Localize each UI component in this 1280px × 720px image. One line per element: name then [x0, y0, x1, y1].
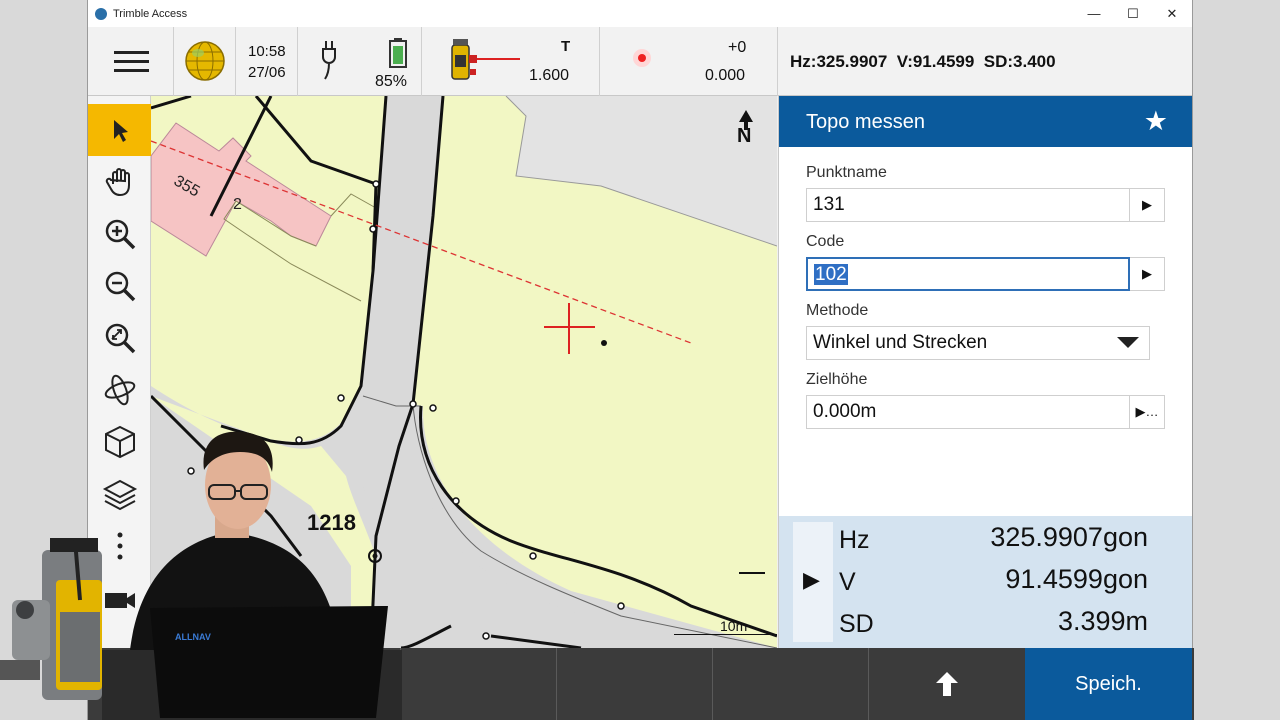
screen: Trimble Access — ☐ ✕ 10:58 27/06 85% T 1… — [0, 0, 1280, 720]
video-button[interactable] — [88, 574, 151, 626]
save-button[interactable]: Speich. — [1025, 648, 1192, 720]
expand-arrow-icon[interactable]: ▶ — [803, 567, 820, 593]
battery-label: 85% — [375, 73, 408, 90]
code-arrow-button[interactable]: ▶ — [1130, 257, 1165, 291]
map-toolbar — [88, 96, 151, 648]
pan-tool-button[interactable] — [88, 156, 151, 208]
code-selected-text: 102 — [814, 264, 848, 285]
pointer-arrow-icon — [113, 120, 128, 142]
parcel-label-2: 2 — [233, 196, 242, 213]
window-title: Trimble Access — [113, 7, 188, 20]
obs-label-hz: Hz — [839, 526, 870, 554]
methode-value: Winkel und Strecken — [813, 332, 988, 353]
favorite-star-icon[interactable]: ★ — [1144, 106, 1168, 137]
instrument-status[interactable]: T 1.600 — [422, 27, 600, 96]
gnss-status-button[interactable] — [174, 27, 236, 96]
softkey-divider — [712, 648, 713, 720]
punktname-arrow-button[interactable]: ▶ — [1130, 188, 1165, 222]
layers-icon — [102, 479, 137, 511]
hand-icon — [105, 168, 130, 197]
more-tools-button[interactable] — [88, 520, 151, 572]
zielhoehe-options-button[interactable]: ▶… — [1130, 395, 1165, 429]
north-label: N — [737, 125, 752, 147]
laser-dot-icon — [633, 49, 651, 67]
total-station-icon — [451, 39, 520, 80]
menu-button[interactable] — [88, 27, 174, 96]
shift-button[interactable] — [869, 648, 1025, 720]
power-status[interactable]: 85% — [298, 27, 422, 96]
scale-label: 10m — [720, 618, 748, 634]
scale-bar: 10m — [674, 608, 777, 636]
status-bar: 10:58 27/06 85% T 1.600 +0 0.000 Hz:325.… — [88, 27, 1192, 96]
prism-value-label: 0.000 — [705, 67, 746, 84]
zoom-extents-icon — [105, 323, 135, 354]
title-bar: Trimble Access — ☐ ✕ — [88, 0, 1192, 27]
cube-icon — [104, 425, 135, 459]
zoom-out-icon — [105, 271, 135, 302]
view-3d-button[interactable] — [88, 416, 151, 468]
instrument-readout: Hz:325.9907 V:91.4599 SD:3.400 — [790, 52, 1056, 71]
time-label: 10:58 — [248, 43, 286, 60]
code-input[interactable]: 102 — [806, 257, 1130, 291]
softkey-divider — [556, 648, 557, 720]
app-logo-icon — [95, 7, 107, 20]
globe-icon — [185, 41, 225, 81]
play-arrow-icon: ▶ — [1142, 197, 1152, 212]
battery-icon — [389, 38, 407, 68]
north-arrow-tail — [739, 572, 765, 574]
bottom-action-bar: Speich. — [88, 648, 1194, 720]
arrow-more-icon: ▶… — [1135, 404, 1159, 419]
obs-value-hz: 325.9907gon — [990, 522, 1148, 552]
orbit-tool-button[interactable] — [88, 364, 151, 416]
obs-value-sd: 3.399m — [1057, 606, 1148, 636]
obs-label-v: V — [839, 568, 856, 596]
parcel-label-1218: 1218 — [307, 510, 356, 535]
hamburger-icon — [114, 51, 149, 72]
maximize-button[interactable]: ☐ — [1113, 0, 1153, 27]
date-label: 27/06 — [248, 64, 286, 81]
select-tool-button[interactable] — [88, 104, 151, 156]
video-camera-icon — [104, 593, 135, 608]
map-view[interactable]: 355 2 1218 N 10m — [151, 96, 777, 648]
zoom-in-icon — [105, 219, 135, 250]
prism-constant-label: +0 — [728, 39, 747, 56]
measure-topo-panel: Topo messen ★ Punktname 131 ▶ Code 102 ▶… — [778, 96, 1192, 648]
north-arrow: N — [729, 108, 763, 162]
code-label: Code — [806, 233, 845, 250]
zielhoehe-label: Zielhöhe — [806, 371, 868, 388]
zoom-in-button[interactable] — [88, 208, 151, 260]
datetime-display: 10:58 27/06 — [236, 27, 298, 96]
play-arrow-icon: ▶ — [1142, 266, 1152, 281]
app-window: Trimble Access — ☐ ✕ 10:58 27/06 85% T 1… — [87, 0, 1194, 720]
target-height-label: 1.600 — [529, 67, 570, 84]
dropdown-caret-icon — [1117, 337, 1139, 348]
close-button[interactable]: ✕ — [1152, 0, 1192, 27]
softkey-divider — [400, 648, 401, 720]
minimize-button[interactable]: — — [1074, 0, 1114, 27]
observation-panel: ▶ Hz 325.9907gon V 91.4599gon SD 3.399m — [779, 516, 1192, 648]
map-canvas — [151, 96, 777, 648]
zoom-extents-button[interactable] — [88, 312, 151, 364]
panel-title: Topo messen — [806, 111, 925, 133]
zielhoehe-input[interactable]: 0.000m — [806, 395, 1130, 429]
more-vertical-icon — [117, 532, 122, 560]
orbit-icon — [104, 374, 135, 406]
layers-button[interactable] — [88, 468, 151, 520]
target-status[interactable]: +0 0.000 — [600, 27, 778, 96]
methode-select[interactable]: Winkel und Strecken — [806, 326, 1150, 360]
arrow-up-icon — [936, 672, 958, 696]
obs-value-v: 91.4599gon — [1005, 564, 1148, 594]
target-type-label: T — [561, 38, 571, 55]
panel-header: Topo messen ★ — [779, 96, 1192, 147]
punktname-input[interactable]: 131 — [806, 188, 1130, 222]
zoom-out-button[interactable] — [88, 260, 151, 312]
methode-label: Methode — [806, 302, 869, 319]
punktname-label: Punktname — [806, 164, 887, 181]
obs-label-sd: SD — [839, 610, 874, 638]
